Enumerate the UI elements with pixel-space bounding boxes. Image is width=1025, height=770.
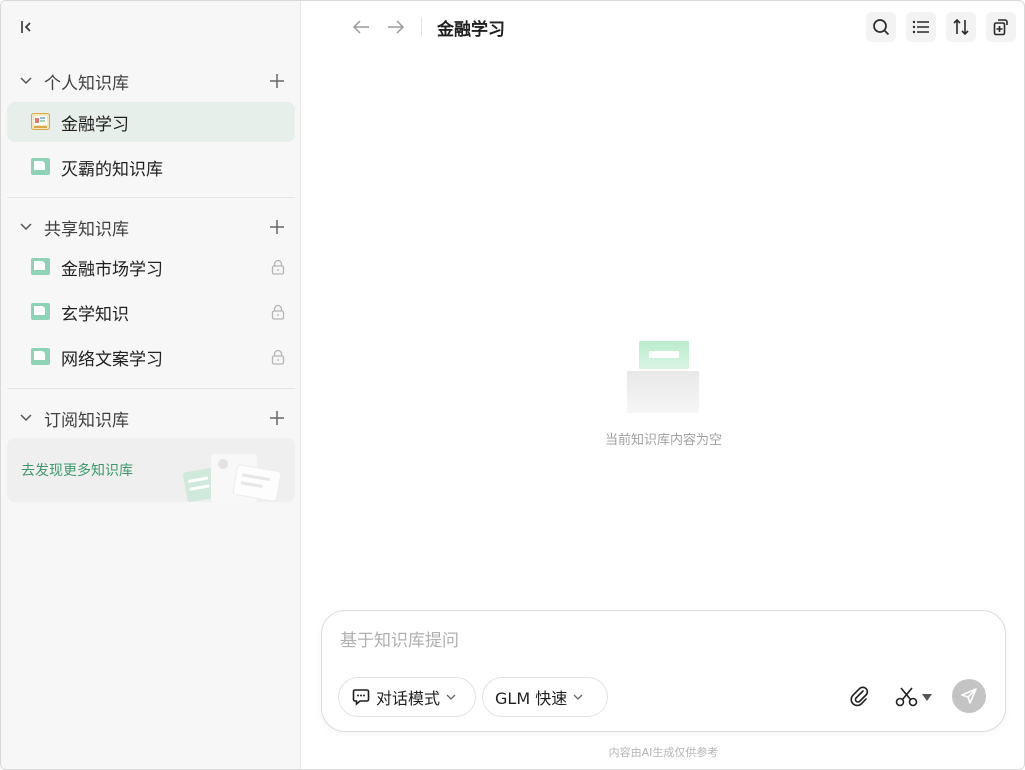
paperclip-icon bbox=[850, 686, 869, 707]
section-subscribed-header[interactable]: 订阅知识库 bbox=[7, 401, 295, 435]
kb-item-finance-study[interactable]: 金融学习 bbox=[7, 102, 295, 142]
clip-tool-button[interactable] bbox=[890, 683, 936, 711]
section-title: 个人知识库 bbox=[44, 73, 129, 94]
chat-composer: 对话模式 GLM 快速 bbox=[321, 610, 1006, 732]
chat-bubble-icon bbox=[352, 689, 370, 706]
chevron-down-icon bbox=[573, 694, 583, 700]
scissors-icon bbox=[895, 687, 917, 707]
kb-item-label: 玄学知识 bbox=[61, 304, 129, 325]
plus-icon bbox=[270, 411, 284, 425]
section-title: 订阅知识库 bbox=[44, 410, 129, 431]
section-divider bbox=[7, 388, 295, 389]
kb-book-icon bbox=[31, 348, 50, 365]
kb-item-thanos-kb[interactable]: 灭霸的知识库 bbox=[7, 147, 295, 187]
kb-item-label: 金融学习 bbox=[61, 114, 129, 135]
collapse-sidebar-button[interactable] bbox=[15, 15, 39, 39]
search-icon bbox=[873, 19, 890, 36]
send-button[interactable] bbox=[952, 679, 986, 713]
lock-icon bbox=[271, 259, 285, 275]
kb-item-metaphysics[interactable]: 玄学知识 bbox=[7, 292, 295, 332]
add-personal-kb-button[interactable] bbox=[265, 69, 289, 93]
collapse-sidebar-icon bbox=[21, 21, 31, 33]
search-button[interactable] bbox=[866, 12, 896, 42]
documents-illustration-icon bbox=[183, 454, 282, 502]
top-bar: 金融学习 bbox=[301, 1, 1024, 53]
add-file-button[interactable] bbox=[986, 12, 1016, 42]
kb-book-icon bbox=[31, 258, 50, 275]
model-label: GLM 快速 bbox=[495, 689, 568, 708]
discover-more-label: 去发现更多知识库 bbox=[21, 463, 133, 479]
page-title: 金融学习 bbox=[437, 20, 505, 40]
kb-book-icon bbox=[31, 158, 50, 175]
kb-item-label: 金融市场学习 bbox=[61, 259, 163, 280]
chevron-down-icon bbox=[13, 222, 39, 232]
empty-state-text: 当前知识库内容为空 bbox=[604, 433, 722, 448]
kb-item-label: 网络文案学习 bbox=[61, 349, 163, 370]
attach-button[interactable] bbox=[846, 683, 874, 711]
kb-item-financial-markets[interactable]: 金融市场学习 bbox=[7, 247, 295, 287]
app-window: 个人知识库 金融学习 灭霸的知识库 共享知识库 金融市场学习 玄学知识 网络文案… bbox=[0, 0, 1025, 770]
plus-icon bbox=[270, 220, 284, 234]
empty-state-illustration-icon bbox=[627, 341, 699, 413]
sort-icon bbox=[953, 18, 969, 36]
sort-button[interactable] bbox=[946, 12, 976, 42]
mode-label: 对话模式 bbox=[376, 689, 441, 708]
lock-icon bbox=[271, 349, 285, 365]
chevron-down-icon bbox=[13, 413, 39, 423]
caret-down-icon bbox=[921, 693, 932, 701]
kb-item-label: 灭霸的知识库 bbox=[61, 159, 163, 180]
kb-book-icon bbox=[31, 303, 50, 320]
section-title: 共享知识库 bbox=[44, 219, 129, 240]
list-icon bbox=[912, 20, 929, 34]
kb-item-copywriting[interactable]: 网络文案学习 bbox=[7, 337, 295, 377]
section-divider bbox=[7, 197, 295, 198]
kb-cover-icon bbox=[31, 113, 50, 130]
add-shared-kb-button[interactable] bbox=[265, 215, 289, 239]
list-view-button[interactable] bbox=[906, 12, 936, 42]
section-personal-header[interactable]: 个人知识库 bbox=[7, 64, 295, 98]
arrow-left-icon bbox=[352, 20, 369, 34]
discover-more-kb-card[interactable]: 去发现更多知识库 bbox=[7, 438, 295, 502]
send-icon bbox=[961, 688, 977, 704]
main-panel: 金融学习 当前知识库内容为空 基于知识库提问 对话模式 GLM 快速 内容由AI… bbox=[301, 1, 1024, 769]
model-selector[interactable]: GLM 快速 bbox=[482, 677, 608, 717]
mode-selector[interactable]: 对话模式 bbox=[338, 677, 476, 717]
back-button[interactable] bbox=[349, 15, 373, 39]
question-input[interactable] bbox=[340, 627, 980, 655]
add-file-icon bbox=[993, 19, 1008, 36]
toolbar-separator bbox=[421, 17, 422, 37]
arrow-right-icon bbox=[388, 20, 405, 34]
chevron-down-icon bbox=[446, 694, 456, 700]
lock-icon bbox=[271, 304, 285, 320]
chevron-down-icon bbox=[13, 76, 39, 86]
forward-button[interactable] bbox=[384, 15, 408, 39]
sidebar: 个人知识库 金融学习 灭霸的知识库 共享知识库 金融市场学习 玄学知识 网络文案… bbox=[1, 1, 301, 769]
ai-disclaimer: 内容由AI生成仅供参考 bbox=[608, 746, 719, 759]
section-shared-header[interactable]: 共享知识库 bbox=[7, 210, 295, 244]
plus-icon bbox=[270, 74, 284, 88]
add-subscribed-kb-button[interactable] bbox=[265, 406, 289, 430]
